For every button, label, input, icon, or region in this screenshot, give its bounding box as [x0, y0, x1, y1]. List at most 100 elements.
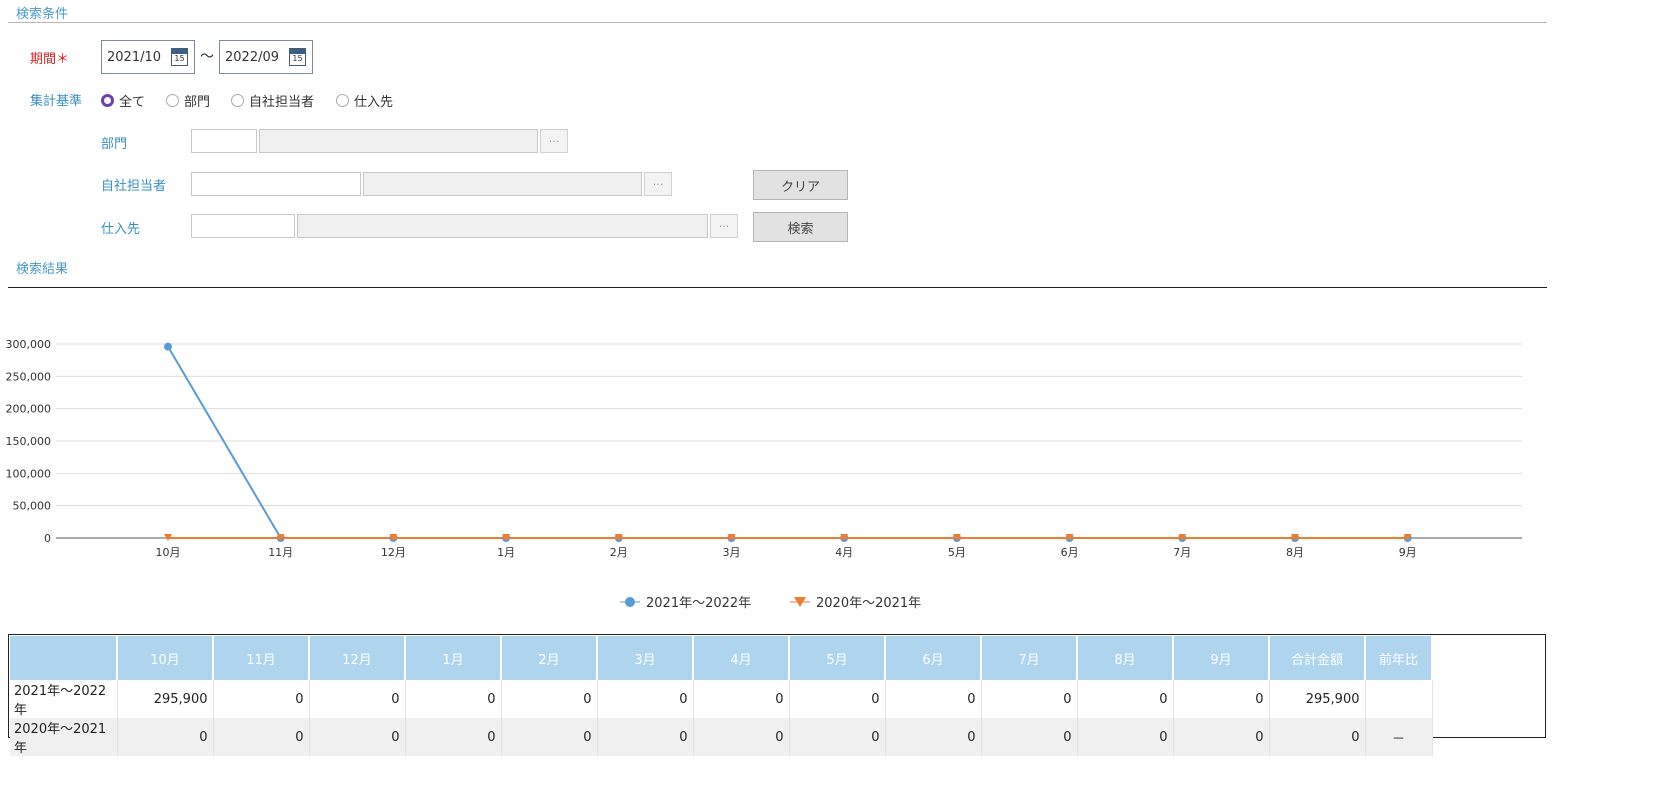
y-tick-label: 250,000 [6, 370, 52, 383]
table-cell: 0 [309, 718, 406, 756]
search-conditions-divider [8, 22, 1547, 23]
table-cell: 0 [405, 680, 502, 718]
table-cell: 0 [885, 680, 982, 718]
table-cell: － [1365, 718, 1433, 756]
table-row: 2020年〜2021年 0 0 0 0 0 0 0 0 0 0 0 0 0 － [10, 718, 1433, 756]
table-cell: 0 [885, 718, 982, 756]
table-cell: 0 [597, 680, 694, 718]
period-to-field[interactable]: 2022/09 15 [219, 40, 313, 74]
table-cell: 0 [501, 718, 598, 756]
y-tick-label: 0 [44, 532, 51, 545]
period-from-field[interactable]: 2021/10 15 [101, 40, 195, 74]
table-cell: 0 [405, 718, 502, 756]
results-table-frame: 10月 11月 12月 1月 2月 3月 4月 5月 6月 7月 8月 9月 合計金額 前年比 2021年… [8, 634, 1546, 756]
table-cell: 0 [789, 718, 886, 756]
x-tick-label: 2月 [610, 546, 628, 559]
table-cell: 0 [597, 718, 694, 756]
table-header-blank [10, 636, 118, 680]
data-point [164, 342, 172, 351]
x-tick-label: 5月 [948, 546, 966, 559]
radio-icon [231, 94, 244, 107]
legend-label: 2020年〜2021年 [816, 596, 922, 611]
table-cell [1365, 680, 1433, 718]
supplier-name-input [297, 214, 708, 238]
search-button[interactable]: 検索 [753, 212, 848, 242]
period-from-value: 2021/10 [107, 49, 162, 65]
table-cell: 0 [789, 680, 886, 718]
table-header-cell: 6月 [885, 636, 982, 680]
period-separator: 〜 [200, 49, 214, 65]
table-cell: 0 [501, 680, 598, 718]
x-tick-label: 7月 [1173, 546, 1191, 559]
table-body: 2021年〜2022年 295,900 0 0 0 0 0 0 0 0 0 0 0 295,900 2020… [10, 680, 1433, 756]
period-label: 期間＊ [30, 52, 70, 67]
table-header-cell: 5月 [789, 636, 886, 680]
calendar-icon[interactable]: 15 [171, 48, 188, 66]
radio-icon [336, 94, 349, 107]
table-header-cell: 9月 [1173, 636, 1270, 680]
department-label: 部門 [101, 137, 128, 152]
x-tick-label: 8月 [1286, 546, 1304, 559]
circle-marker-icon [620, 596, 640, 607]
radio-staff[interactable]: 自社担当者 [231, 91, 314, 110]
line-chart: 300,000 250,000 200,000 150,000 100,000 50,00… [6, 338, 1522, 559]
staff-code-input[interactable] [191, 172, 361, 196]
table-cell: 0 [981, 718, 1078, 756]
table-header-cell: 7月 [981, 636, 1078, 680]
legend-label: 2021年〜2022年 [646, 596, 752, 611]
radio-selected-icon [101, 94, 114, 107]
supplier-label: 仕入先 [101, 222, 141, 237]
department-code-input[interactable] [191, 129, 257, 153]
table-cell: 0 [1269, 718, 1366, 756]
search-conditions-title: 検索条件 [16, 7, 69, 22]
table-cell: 0 [1077, 680, 1174, 718]
table-header-cell: 3月 [597, 636, 694, 680]
table-row: 2021年〜2022年 295,900 0 0 0 0 0 0 0 0 0 0 0 295,900 [10, 680, 1433, 718]
table-header-cell: 2月 [501, 636, 598, 680]
series-line [167, 346, 1408, 539]
y-tick-label: 100,000 [6, 467, 52, 480]
row-label: 2021年〜2022年 [10, 680, 118, 718]
table-cell: 0 [117, 718, 214, 756]
radio-supplier[interactable]: 仕入先 [336, 91, 393, 110]
table-cell: 0 [693, 718, 790, 756]
table-header-cell: 1月 [405, 636, 502, 680]
x-tick-label: 4月 [835, 546, 853, 559]
table-cell: 0 [213, 680, 310, 718]
supplier-code-input[interactable] [191, 214, 295, 238]
department-name-input [259, 129, 538, 153]
radio-department[interactable]: 部門 [166, 91, 210, 110]
x-tick-label: 12月 [381, 546, 406, 559]
table-header-cell: 4月 [693, 636, 790, 680]
staff-label: 自社担当者 [101, 179, 167, 194]
table-header-cell: 11月 [213, 636, 310, 680]
y-tick-label: 150,000 [6, 435, 52, 448]
legend-item-series-1[interactable]: 2021年〜2022年 [620, 592, 751, 611]
table-cell: 295,900 [117, 680, 214, 718]
table-cell: 0 [981, 680, 1078, 718]
search-results-divider [8, 287, 1547, 288]
table-header-cell: 10月 [117, 636, 214, 680]
clear-button[interactable]: クリア [753, 170, 848, 200]
results-table: 10月 11月 12月 1月 2月 3月 4月 5月 6月 7月 8月 9月 合計金額 前年比 2021年… [10, 636, 1433, 756]
table-header-row: 10月 11月 12月 1月 2月 3月 4月 5月 6月 7月 8月 9月 合計金額 前年比 [10, 636, 1433, 680]
table-header-cell: 8月 [1077, 636, 1174, 680]
department-lookup-button[interactable]: ··· [540, 129, 568, 153]
staff-lookup-button[interactable]: ··· [644, 172, 672, 196]
staff-name-input [363, 172, 642, 196]
x-tick-label: 11月 [268, 546, 293, 559]
table-cell: 0 [1077, 718, 1174, 756]
table-cell: 0 [309, 680, 406, 718]
table-header-cell: 12月 [309, 636, 406, 680]
legend-item-series-2[interactable]: 2020年〜2021年 [790, 592, 921, 611]
table-header-cell: 前年比 [1365, 636, 1433, 680]
table-cell: 295,900 [1269, 680, 1366, 718]
table-cell: 0 [693, 680, 790, 718]
radio-icon [166, 94, 179, 107]
supplier-lookup-button[interactable]: ··· [710, 214, 738, 238]
radio-all[interactable]: 全て [101, 91, 145, 110]
y-tick-label: 200,000 [6, 403, 52, 416]
table-cell: 0 [213, 718, 310, 756]
triangle-marker-icon [790, 596, 810, 607]
calendar-icon[interactable]: 15 [289, 48, 306, 66]
